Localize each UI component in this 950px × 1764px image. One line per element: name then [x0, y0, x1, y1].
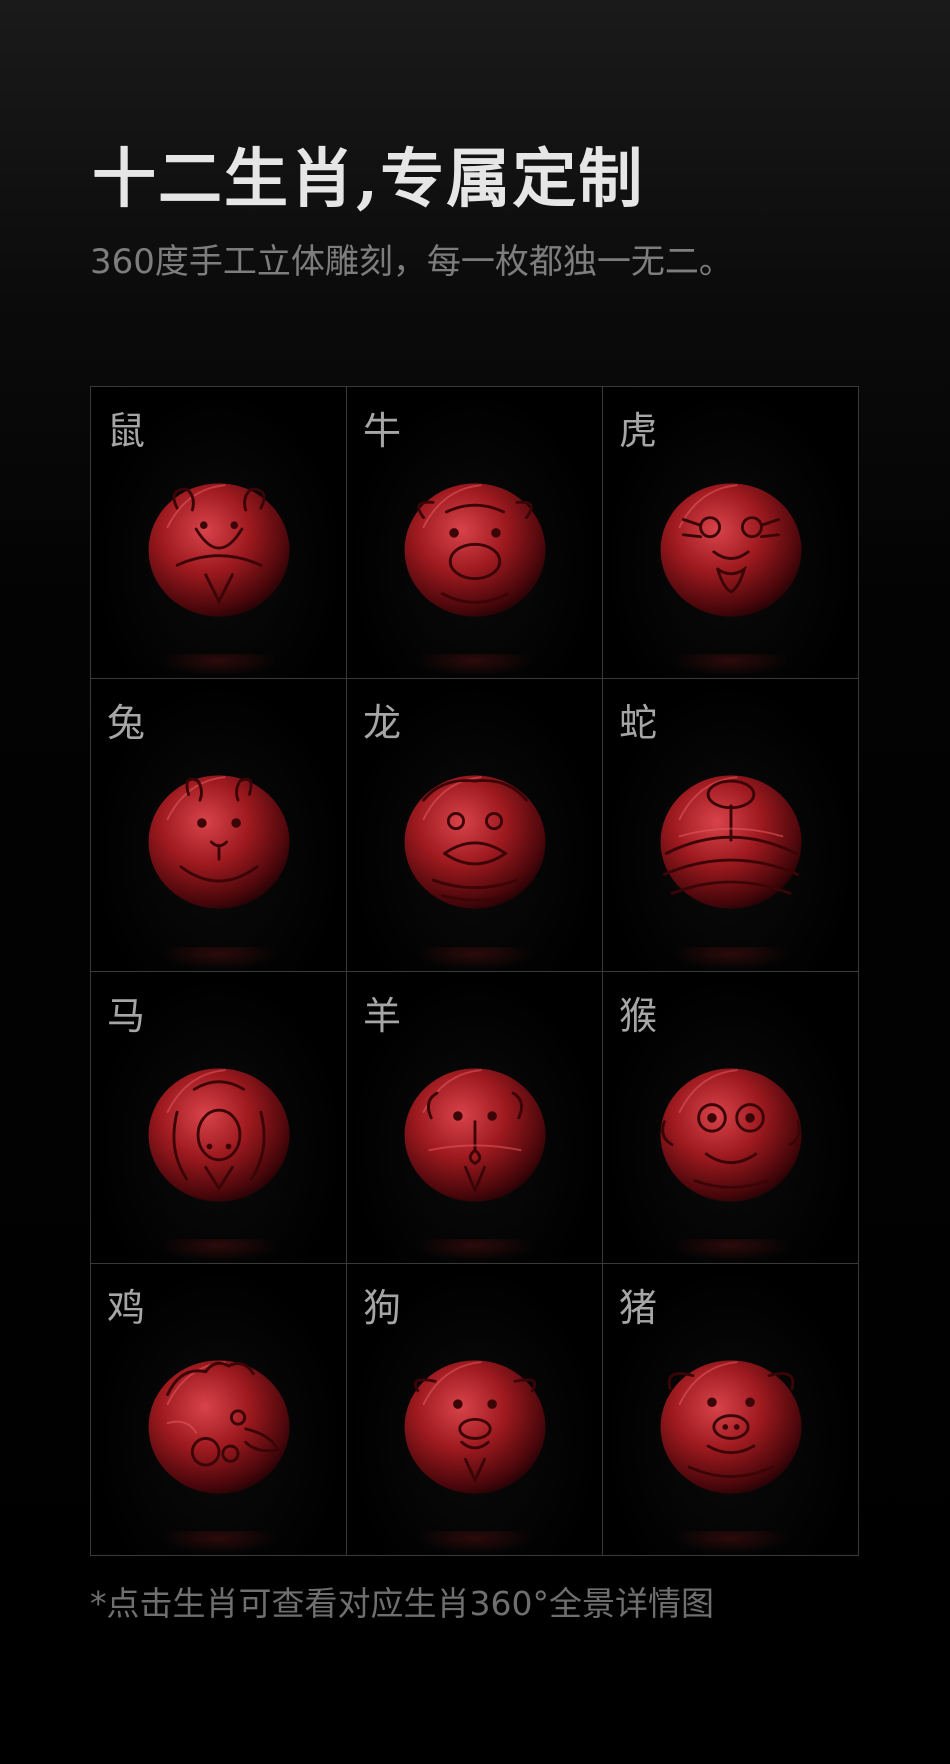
zodiac-cell-monkey[interactable]: 猴: [603, 971, 859, 1264]
zodiac-label: 鼠: [107, 409, 146, 453]
bead-reflection: [158, 1531, 279, 1553]
zodiac-label: 羊: [363, 993, 402, 1038]
bead-reflection: [670, 654, 791, 677]
zodiac-cell-dog[interactable]: 狗: [347, 1263, 603, 1556]
page-subtitle: 360度手工立体雕刻，每一枚都独一无二。: [90, 242, 733, 282]
zodiac-label: 鸡: [107, 1285, 146, 1330]
bead-reflection: [158, 654, 279, 677]
zodiac-label: 猴: [619, 993, 658, 1038]
rat-bead-icon: [135, 470, 303, 630]
zodiac-cell-pig[interactable]: 猪: [603, 1263, 859, 1556]
page-title: 十二生肖,专属定制: [92, 142, 645, 217]
goat-bead-icon: [391, 1055, 559, 1215]
bead-reflection: [414, 1531, 535, 1553]
monkey-bead-icon: [647, 1055, 815, 1215]
bead-reflection: [414, 946, 535, 969]
zodiac-label: 猪: [619, 1285, 658, 1330]
zodiac-cell-rooster[interactable]: 鸡: [91, 1263, 347, 1556]
bead-reflection: [414, 1238, 535, 1261]
dog-bead-icon: [391, 1347, 559, 1507]
bead-reflection: [158, 1238, 279, 1261]
zodiac-label: 牛: [363, 409, 402, 453]
zodiac-cell-ox[interactable]: 牛: [347, 387, 603, 680]
bead-reflection: [670, 1238, 791, 1261]
bead-reflection: [670, 946, 791, 969]
zodiac-cell-tiger[interactable]: 虎: [603, 387, 859, 680]
dragon-bead-icon: [391, 762, 559, 922]
zodiac-cell-rabbit[interactable]: 兔: [91, 679, 347, 972]
zodiac-label: 蛇: [619, 701, 658, 746]
zodiac-cell-dragon[interactable]: 龙: [347, 679, 603, 972]
zodiac-cell-rat[interactable]: 鼠: [91, 387, 347, 680]
rooster-bead-icon: [135, 1347, 303, 1507]
zodiac-label: 马: [107, 993, 146, 1038]
pig-bead-icon: [647, 1347, 815, 1507]
bead-reflection: [414, 654, 535, 677]
horse-bead-icon: [135, 1055, 303, 1215]
tiger-bead-icon: [647, 470, 815, 630]
zodiac-label: 狗: [363, 1285, 402, 1330]
zodiac-label: 兔: [107, 701, 146, 746]
zodiac-grid: 鼠 牛 虎 兔 龙 蛇 马 羊 猴 鸡 狗 猪: [90, 386, 859, 1556]
rabbit-bead-icon: [135, 762, 303, 922]
bead-reflection: [670, 1531, 791, 1553]
zodiac-cell-goat[interactable]: 羊: [347, 971, 603, 1264]
zodiac-label: 虎: [619, 409, 658, 453]
zodiac-label: 龙: [363, 701, 402, 746]
ox-bead-icon: [391, 470, 559, 630]
snake-bead-icon: [647, 762, 815, 922]
zodiac-cell-snake[interactable]: 蛇: [603, 679, 859, 972]
bead-reflection: [158, 946, 279, 969]
footnote-hint: *点击生肖可查看对应生肖360°全景详情图: [90, 1584, 714, 1623]
zodiac-cell-horse[interactable]: 马: [91, 971, 347, 1264]
